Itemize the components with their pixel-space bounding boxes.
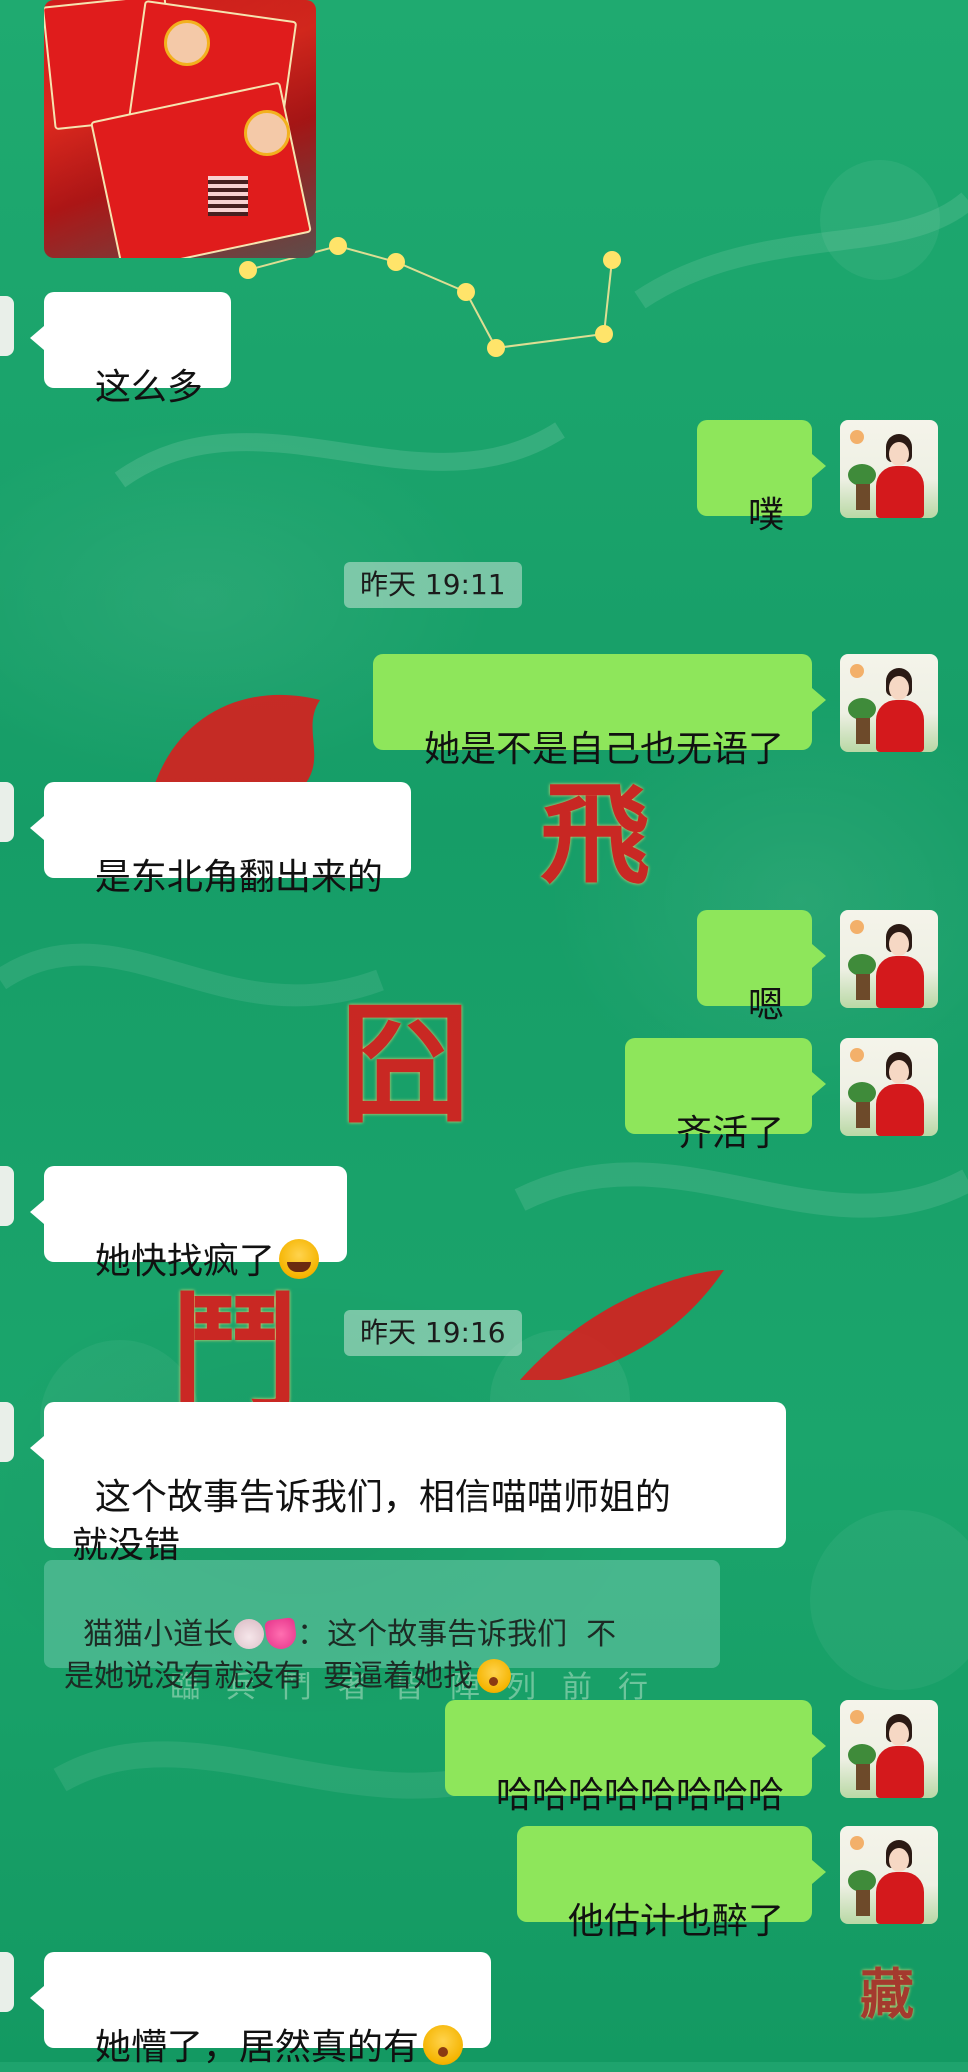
laughing-tears-emoji-icon: [278, 1239, 319, 1279]
timestamp: 昨天 19:11: [344, 562, 522, 608]
message-text: 这么多: [94, 367, 203, 408]
message-bubble-outgoing[interactable]: 他估计也醉了: [517, 1826, 826, 1942]
qr-code-icon: [208, 176, 248, 216]
timestamp: 昨天 19:16: [344, 1310, 522, 1356]
message-text: 哈哈哈哈哈哈哈哈: [495, 1775, 784, 1816]
contact-avatar-edge[interactable]: [0, 1402, 14, 1462]
quote-author: 猫猫小道长: [83, 1617, 234, 1652]
heart-icon: [264, 1617, 299, 1651]
message-text: 她是不是自己也无语了: [423, 729, 784, 770]
shared-photo-red-envelopes[interactable]: [44, 0, 316, 258]
contact-avatar-edge[interactable]: [0, 296, 14, 356]
message-text: 嗯: [747, 985, 784, 1026]
quoted-reply[interactable]: 猫猫小道长 ：这个故事告诉我们 不是她说没有就没有 要逼着她找: [44, 1560, 720, 1694]
quote-separator: ：: [297, 1617, 328, 1652]
wallpaper-corner-glyph: 藏: [860, 1962, 914, 2026]
rabbit-icon: [234, 1619, 265, 1649]
kissing-face-emoji-icon: [477, 1659, 512, 1693]
message-bubble-incoming[interactable]: 这么多: [30, 292, 231, 408]
message-bubble-outgoing[interactable]: 齐活了: [625, 1038, 826, 1154]
message-bubble-incoming[interactable]: 她懵了，居然真的有: [30, 1952, 491, 2068]
message-text: 他估计也醉了: [567, 1901, 784, 1942]
my-avatar[interactable]: [840, 420, 938, 518]
my-avatar[interactable]: [840, 654, 938, 752]
message-text: 噗: [747, 495, 784, 536]
kissing-face-emoji-icon: [422, 2025, 463, 2065]
message-bubble-outgoing[interactable]: 她是不是自己也无语了: [373, 654, 826, 770]
message-text: 她快找疯了: [94, 1241, 275, 1282]
my-avatar[interactable]: [840, 1700, 938, 1798]
message-text: 是东北角翻出来的: [94, 857, 383, 898]
contact-avatar-edge[interactable]: [0, 782, 14, 842]
message-bubble-incoming[interactable]: 是东北角翻出来的: [30, 782, 411, 898]
quote-text-line2: 是她说没有就没有 要逼着她找: [64, 1659, 474, 1694]
caishen-face-icon: [164, 20, 210, 66]
caishen-face-icon: [244, 110, 290, 156]
message-bubble-incoming[interactable]: 这个故事告诉我们，相信喵喵师姐的 就没错: [30, 1402, 786, 1566]
message-bubble-outgoing[interactable]: 噗: [697, 420, 826, 536]
my-avatar[interactable]: [840, 1038, 938, 1136]
my-avatar[interactable]: [840, 1826, 938, 1924]
wallpaper-glyph-2: 囧: [340, 988, 471, 1141]
contact-avatar-edge[interactable]: [0, 1952, 14, 2012]
message-bubble-outgoing[interactable]: 嗯: [697, 910, 826, 1026]
quote-text-line1: 这个故事告诉我们 不: [327, 1617, 617, 1652]
my-avatar[interactable]: [840, 910, 938, 1008]
contact-avatar-edge[interactable]: [0, 1166, 14, 1226]
message-text: 齐活了: [675, 1113, 784, 1154]
message-bubble-incoming[interactable]: 她快找疯了: [30, 1166, 347, 1282]
message-bubble-outgoing[interactable]: 哈哈哈哈哈哈哈哈: [445, 1700, 826, 1816]
